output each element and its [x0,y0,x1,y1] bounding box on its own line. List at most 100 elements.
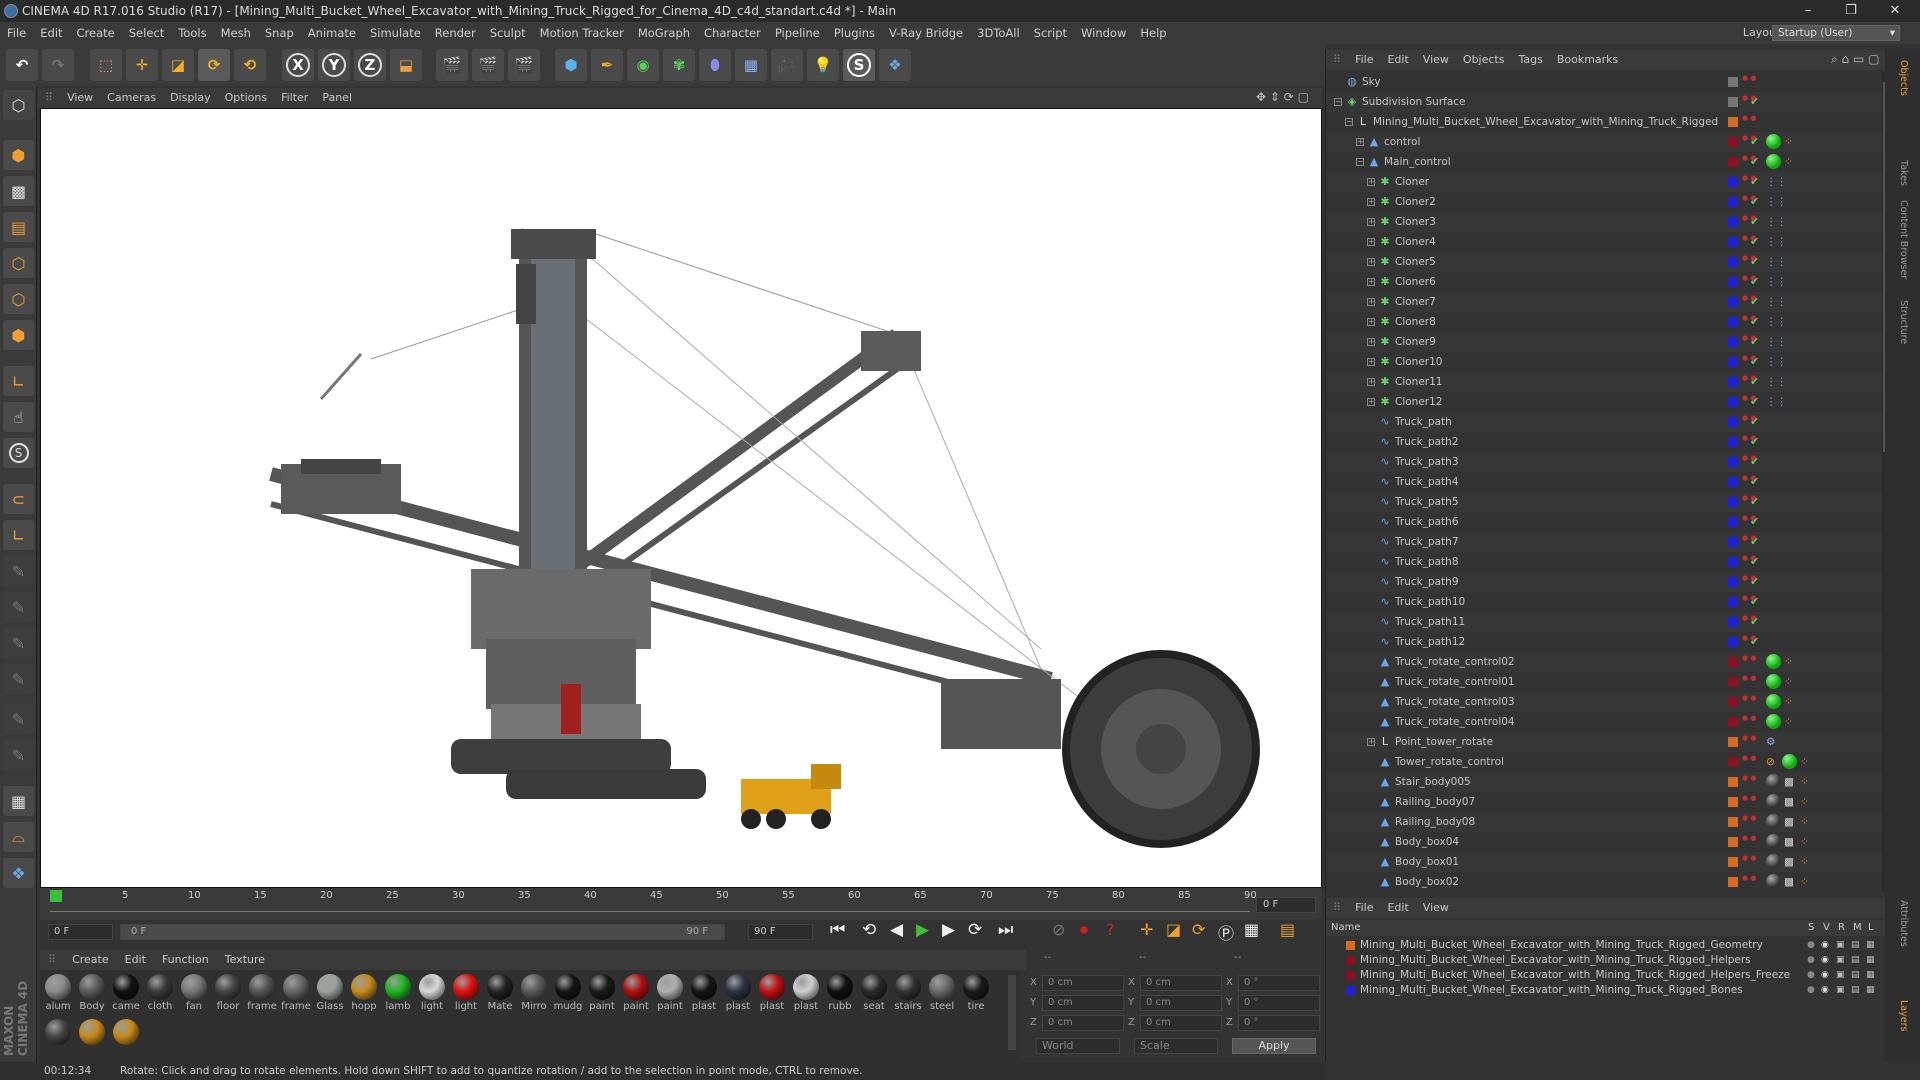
layer-color-swatch[interactable] [1728,617,1738,627]
layer-render-icon[interactable]: ▣ [1836,968,1845,983]
enabled-check-icon[interactable]: ✔ [1750,152,1759,172]
layer-color-swatch[interactable] [1728,77,1738,87]
mograph-tag-icon[interactable]: ⋮⋮ [1766,372,1787,392]
enabled-check-icon[interactable]: ✔ [1750,572,1759,592]
camera-button[interactable]: 🎥 [771,49,803,81]
menu-simulate[interactable]: Simulate [363,22,428,44]
material-swatch[interactable]: Body [76,972,108,1012]
render-settings-button[interactable]: 🎬 [508,49,540,81]
mograph-tag-icon[interactable]: ⋮⋮ [1766,192,1787,212]
constraint-tag-icon[interactable]: ⁘ [1800,772,1809,792]
layer-color-swatch[interactable] [1728,637,1738,647]
visibility-dots-icon[interactable]: ● ● [1742,135,1756,149]
object-row[interactable]: ▲ Railing_body07 ● ● ▩ ⁘ [1326,792,1886,812]
layer-solo-icon[interactable]: ● [1807,938,1815,953]
texture-tag-icon[interactable]: ▩ [1784,772,1794,792]
object-row[interactable]: ∿ Truck_path9 ● ● ✔ [1326,572,1886,592]
side-tab-takes[interactable]: Takes [1895,160,1909,186]
visibility-dots-icon[interactable]: ● ● [1742,555,1756,569]
coord-field[interactable]: 0 cm [1140,1015,1222,1031]
menu-create[interactable]: Create [70,22,122,44]
enabled-check-icon[interactable]: ✔ [1750,512,1759,532]
constraint-tag-icon[interactable]: ⁘ [1800,752,1809,772]
layer-color-swatch[interactable] [1728,457,1738,467]
visibility-dots-icon[interactable]: ● ● [1742,715,1756,729]
material-swatch[interactable]: mudg [552,972,584,1012]
object-row[interactable]: + ▲ control ● ● ✔ ⁘ [1326,132,1886,152]
tweak-mode-button[interactable]: ☝ [3,402,34,432]
close-button[interactable]: ✕ [1872,0,1918,22]
object-row[interactable]: − ▲ Main_control ● ● ✔ ⁘ [1326,152,1886,172]
object-row[interactable]: + ✱ Cloner7 ● ● ✔ ⋮⋮ [1326,292,1886,312]
render-picture-viewer-button[interactable]: 🎬 [472,49,504,81]
expand-icon[interactable]: + [1367,278,1375,286]
layer-color-swatch[interactable] [1728,177,1738,187]
prev-key-icon[interactable]: ⟲ [862,920,876,940]
layer-color-swatch[interactable] [1728,517,1738,527]
material-menu-function[interactable]: Function [154,950,217,970]
brush-tool-button[interactable]: ✎ [3,556,34,586]
side-tab-objects[interactable]: Objects [1895,60,1909,96]
material-tag-icon[interactable] [1766,834,1781,849]
mograph-tag-icon[interactable]: ⋮⋮ [1766,172,1787,192]
layer-color-swatch[interactable] [1728,597,1738,607]
menu-script[interactable]: Script [1027,22,1074,44]
layer-color-swatch[interactable] [1728,557,1738,567]
menu-tools[interactable]: Tools [171,22,213,44]
material-scrollbar[interactable] [1008,975,1016,1050]
constraint-tag-icon[interactable]: ⁘ [1784,692,1793,712]
autokey-icon[interactable]: ⏺ [1080,920,1088,940]
texture-mode-button[interactable]: ▩ [3,176,34,206]
layer-color-swatch[interactable] [1728,777,1738,787]
texture-tag-icon[interactable]: ▩ [1784,832,1794,852]
material-swatch[interactable] [42,1017,74,1057]
layout-select[interactable]: Startup (User) ▾ [1772,25,1900,41]
enabled-check-icon[interactable]: ✔ [1750,552,1759,572]
enabled-check-icon[interactable]: ✔ [1750,312,1759,332]
constraint-tag-icon[interactable]: ⁘ [1784,672,1793,692]
next-key-icon[interactable]: ⟳ [968,920,982,940]
enabled-check-icon[interactable]: ✔ [1750,372,1759,392]
layer-manager-icon[interactable]: ▤ [1851,953,1860,968]
layer-visible-icon[interactable]: ◉ [1821,983,1829,998]
constraint-tag-icon[interactable]: ⁘ [1800,792,1809,812]
material-tag-icon[interactable] [1766,154,1781,169]
object-row[interactable]: − ◈ Subdivision Surface ● ● ✔ [1326,92,1886,112]
visibility-dots-icon[interactable]: ● ● [1742,115,1756,129]
material-swatch[interactable]: plast [756,972,788,1012]
visibility-dots-icon[interactable]: ● ● [1742,495,1756,509]
layer-solo-icon[interactable]: ● [1807,983,1815,998]
menu-mesh[interactable]: Mesh [214,22,258,44]
object-row[interactable]: ▲ Stair_body005 ● ● ▩ ⁘ [1326,772,1886,792]
layer-color-swatch[interactable] [1728,197,1738,207]
layer-row[interactable]: Mining_Multi_Bucket_Wheel_Excavator_with… [1326,953,1886,968]
visibility-dots-icon[interactable]: ● ● [1742,255,1756,269]
menu-file[interactable]: File [0,22,33,44]
visibility-dots-icon[interactable]: ● ● [1742,355,1756,369]
pen-spline-button[interactable]: ✒ [591,49,623,81]
visibility-dots-icon[interactable]: ● ● [1742,95,1756,109]
menu-help[interactable]: Help [1133,22,1173,44]
expand-icon[interactable]: + [1367,258,1375,266]
object-menu-file[interactable]: File [1348,50,1380,70]
visibility-dots-icon[interactable]: ● ● [1742,375,1756,389]
visibility-dots-icon[interactable]: ● ● [1742,75,1756,89]
light-button[interactable]: 💡 [807,49,839,81]
material-tag-icon[interactable] [1782,754,1797,769]
scale-dropdown[interactable]: Scale [1134,1038,1218,1054]
visibility-dots-icon[interactable]: ● ● [1742,455,1756,469]
material-swatch[interactable]: plast [722,972,754,1012]
move-button[interactable]: ✛ [126,49,158,81]
object-search-icon[interactable]: ⌕ ⌂ ▭ ▢ [1831,52,1879,67]
menu-window[interactable]: Window [1074,22,1133,44]
layer-lock-icon[interactable]: ▦ [1866,968,1875,983]
expand-icon[interactable]: + [1367,738,1375,746]
object-row[interactable]: ▲ Truck_rotate_control04 ● ● ⁘ [1326,712,1886,732]
material-swatch[interactable]: Mirro [518,972,550,1012]
enabled-check-icon[interactable]: ✔ [1750,172,1759,192]
menu-v-ray-bridge[interactable]: V-Ray Bridge [882,22,970,44]
enabled-check-icon[interactable]: ✔ [1750,532,1759,552]
layer-color-swatch[interactable] [1728,757,1738,767]
texture-tag-icon[interactable]: ▩ [1784,852,1794,872]
enabled-check-icon[interactable]: ✔ [1750,232,1759,252]
